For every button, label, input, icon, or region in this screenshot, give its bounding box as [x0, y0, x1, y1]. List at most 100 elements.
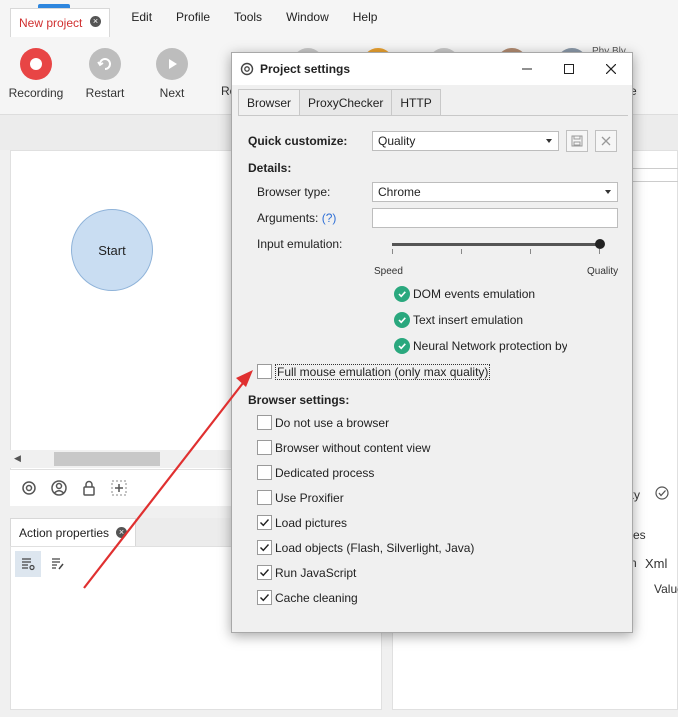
cache-cleaning-checkbox[interactable] [257, 590, 272, 605]
do-not-use-browser-label: Do not use a browser [275, 416, 390, 430]
dialog-title: Project settings [260, 62, 351, 76]
check-circle-icon [394, 286, 410, 302]
checkmark-icon [260, 544, 270, 552]
use-proxifier-checkbox[interactable] [257, 490, 272, 505]
play-icon [156, 48, 188, 80]
chevron-down-icon [605, 190, 611, 194]
slider-min-label: Speed [374, 266, 403, 277]
canvas-tools [10, 470, 232, 506]
horizontal-scrollbar[interactable]: ◀ [10, 450, 232, 468]
tab-action-properties[interactable]: Action properties × [10, 518, 136, 546]
tab-label: Action properties [19, 526, 110, 540]
use-proxifier-label: Use Proxifier [275, 491, 344, 505]
browser-without-content-view-label: Browser without content view [275, 441, 431, 455]
checkmark-icon [260, 569, 270, 577]
help-icon[interactable]: (?) [322, 211, 337, 225]
slider-tick [599, 249, 600, 254]
load-objects-checkbox[interactable] [257, 540, 272, 555]
close-icon[interactable]: × [90, 16, 101, 27]
save-preset-button[interactable] [566, 130, 588, 152]
xml-tab[interactable]: Xml [645, 556, 667, 571]
properties-list-icon[interactable] [15, 551, 41, 577]
restart-icon [89, 48, 121, 80]
browser-settings-label: Browser settings: [248, 393, 350, 407]
do-not-use-browser-checkbox[interactable] [257, 415, 272, 430]
recording-button[interactable]: Recording [6, 48, 66, 100]
details-label: Details: [248, 161, 292, 175]
chevron-down-icon [546, 139, 552, 143]
feature-neural-network: Neural Network protection bypas [413, 339, 567, 353]
check-circle-icon[interactable] [655, 486, 669, 500]
dialog-title-bar: Project settings [232, 53, 632, 85]
dedicated-process-label: Dedicated process [275, 466, 375, 480]
arguments-label-text: Arguments: [257, 211, 319, 225]
next-button[interactable]: Next [142, 48, 202, 100]
close-button[interactable] [590, 53, 632, 85]
check-circle-icon [394, 312, 410, 328]
load-objects-label: Load objects (Flash, Silverlight, Java) [275, 541, 475, 555]
full-mouse-label: Full mouse emulation (only max quality) [275, 364, 491, 380]
browser-type-value: Chrome [378, 185, 421, 199]
quick-customize-select[interactable]: Quality [372, 131, 559, 151]
checkmark-icon [260, 519, 270, 527]
value-column-header: Value [654, 582, 678, 596]
partial-text: es [633, 528, 646, 542]
checkmark-icon [260, 594, 270, 602]
feature-text-insert: Text insert emulation [413, 313, 524, 327]
input-emulation-slider[interactable] [392, 243, 600, 246]
menu-help[interactable]: Help [341, 0, 390, 34]
menu-window[interactable]: Window [274, 0, 341, 34]
start-node[interactable]: Start [71, 209, 153, 291]
tab-browser[interactable]: Browser [238, 89, 301, 116]
close-icon[interactable]: × [116, 527, 127, 538]
menu-edit[interactable]: Edit [119, 0, 164, 34]
tab-proxychecker[interactable]: ProxyChecker [299, 89, 393, 115]
full-mouse-label-text: Full mouse emulation (only max quality) [275, 364, 491, 380]
minimize-icon [522, 68, 532, 70]
load-pictures-checkbox[interactable] [257, 515, 272, 530]
scroll-thumb[interactable] [54, 452, 160, 466]
save-icon [571, 135, 583, 147]
project-settings-dialog: Project settings Browser ProxyChecker HT… [231, 52, 633, 633]
right-panel-divider [632, 168, 678, 182]
lock-icon[interactable] [80, 479, 98, 497]
next-label: Next [159, 86, 185, 100]
user-icon[interactable] [50, 479, 68, 497]
menu-profile[interactable]: Profile [164, 0, 222, 34]
arguments-label: Arguments: (?) [257, 211, 336, 225]
scroll-left-icon[interactable]: ◀ [14, 453, 21, 464]
add-icon[interactable] [110, 479, 128, 497]
restart-button[interactable]: Restart [75, 48, 135, 100]
delete-preset-button[interactable] [595, 130, 617, 152]
project-canvas[interactable]: Start [10, 150, 232, 470]
full-mouse-checkbox[interactable] [257, 364, 272, 379]
maximize-icon [564, 64, 574, 74]
slider-tick [530, 249, 531, 254]
menu-tools[interactable]: Tools [222, 0, 274, 34]
gear-icon[interactable] [20, 479, 38, 497]
slider-tick [461, 249, 462, 254]
quick-customize-value: Quality [378, 134, 416, 148]
slider-handle[interactable] [595, 239, 605, 249]
tab-divider [238, 115, 628, 116]
run-javascript-label: Run JavaScript [275, 566, 357, 580]
run-javascript-checkbox[interactable] [257, 565, 272, 580]
tab-http[interactable]: HTTP [391, 89, 441, 115]
properties-edit-icon[interactable] [45, 551, 71, 577]
arguments-input[interactable] [372, 208, 618, 228]
close-icon [606, 64, 616, 74]
cache-cleaning-label: Cache cleaning [275, 591, 358, 605]
feature-dom-events: DOM events emulation [413, 287, 536, 301]
minimize-button[interactable] [506, 53, 548, 85]
record-icon [20, 48, 52, 80]
maximize-button[interactable] [548, 53, 590, 85]
tab-new-project[interactable]: New project × [10, 8, 110, 37]
check-circle-icon [394, 338, 410, 354]
dedicated-process-checkbox[interactable] [257, 465, 272, 480]
dialog-tabs: Browser ProxyChecker HTTP [238, 89, 441, 116]
browser-type-select[interactable]: Chrome [372, 182, 618, 202]
browser-without-content-view-checkbox[interactable] [257, 440, 272, 455]
load-pictures-label: Load pictures [275, 516, 348, 530]
restart-label: Restart [85, 86, 125, 100]
settings-gear-icon [240, 62, 254, 76]
